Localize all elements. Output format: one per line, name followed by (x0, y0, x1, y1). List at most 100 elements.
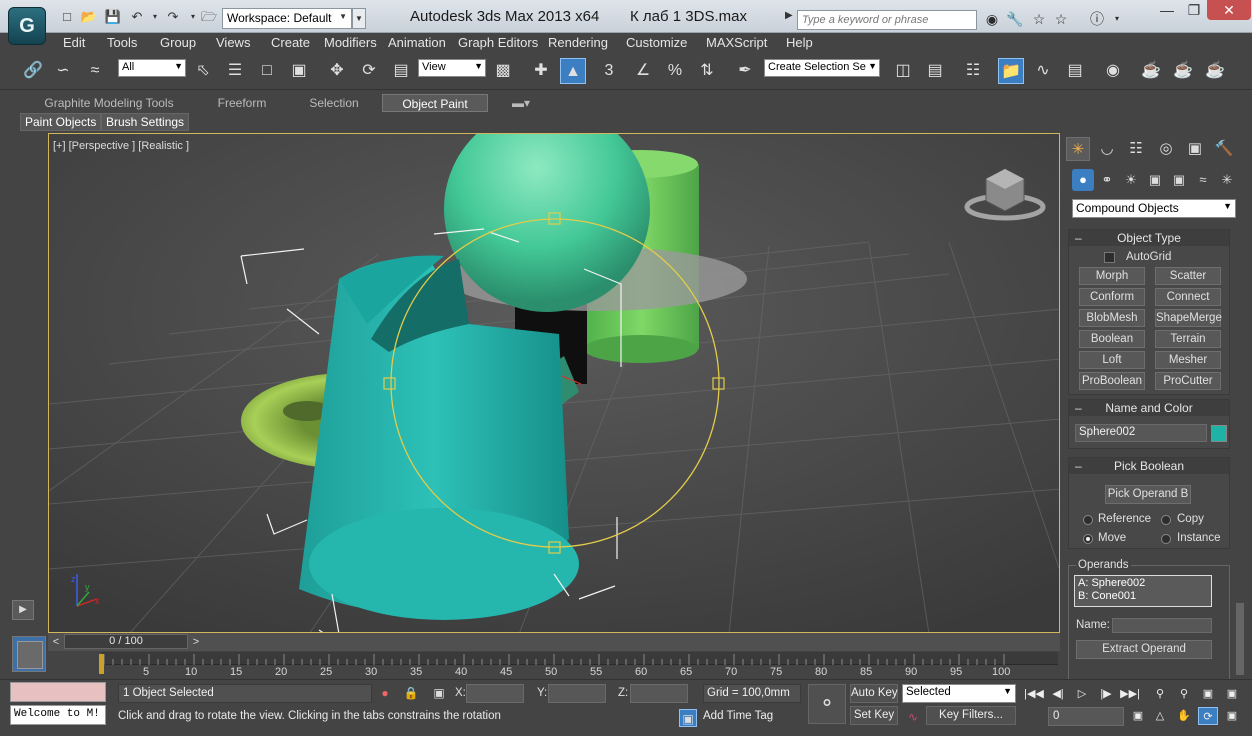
go-to-start-icon[interactable]: |◀◀ (1024, 685, 1044, 703)
key-mode-select[interactable]: Selected ▼ (902, 684, 1016, 703)
absolute-offset-mode-icon[interactable]: ▣ (430, 684, 448, 702)
zoom-all-icon[interactable]: ⚲ (1174, 685, 1194, 703)
helpers-icon[interactable]: ▣ (1168, 169, 1190, 191)
menu-modifiers[interactable]: Modifiers (324, 35, 377, 50)
key-tool-icon[interactable]: 🔧 (1006, 11, 1024, 27)
pivot-center-icon[interactable]: ▩ (490, 58, 516, 84)
menu-edit[interactable]: Edit (63, 35, 85, 50)
orbit-icon[interactable]: ⟳ (1198, 707, 1218, 725)
move-radio[interactable] (1083, 534, 1093, 544)
selection-lock-icon[interactable]: 🔒 (402, 684, 420, 702)
default-tangents-icon[interactable]: ∿ (904, 708, 922, 726)
next-frame-icon[interactable]: > (188, 634, 204, 650)
scatter-button[interactable]: Scatter (1155, 267, 1221, 285)
shapes-icon[interactable]: ⚭ (1096, 169, 1118, 191)
schematic-view-icon[interactable]: ▤ (1062, 58, 1088, 84)
terrain-button[interactable]: Terrain (1155, 330, 1221, 348)
render-setup-icon[interactable]: ☕ (1138, 58, 1164, 84)
auto-key-button[interactable]: Auto Key (850, 684, 898, 703)
command-panel-scrollbar[interactable] (1236, 603, 1244, 675)
display-tab-icon[interactable]: ▣ (1183, 137, 1207, 161)
create-tab-icon[interactable]: ✳ (1066, 137, 1090, 161)
x-coord-field[interactable] (466, 684, 524, 703)
current-frame-field[interactable]: 0 (1048, 707, 1124, 726)
next-key-icon[interactable]: |▶ (1096, 685, 1116, 703)
operand-item[interactable]: A: Sphere002 (1078, 577, 1208, 590)
tab-graphite-modeling-tools[interactable]: Graphite Modeling Tools (30, 94, 188, 112)
scene-explorer-icon[interactable]: 📁 (998, 58, 1024, 84)
previous-frame-icon[interactable]: < (48, 634, 64, 650)
loft-button[interactable]: Loft (1079, 351, 1145, 369)
align-icon[interactable]: ▤ (922, 58, 948, 84)
subtab-brush-settings[interactable]: Brush Settings (101, 113, 190, 131)
application-menu-icon[interactable]: G (8, 7, 46, 45)
time-slider[interactable]: < 0 / 100 > (48, 633, 1060, 651)
window-crossing-icon[interactable]: ▣ (286, 58, 312, 84)
zoom-extents-icon[interactable]: ▣ (1198, 685, 1218, 703)
perspective-viewport[interactable]: z x y [+] [Perspective ] [Realistic ] (48, 133, 1060, 633)
star-icon[interactable]: ☆ (1052, 11, 1070, 27)
curve-editor-icon[interactable]: ∿ (1030, 58, 1056, 84)
pan-view-icon[interactable]: ✋ (1174, 707, 1194, 725)
close-button[interactable]: ✕ (1207, 0, 1251, 20)
tab-selection[interactable]: Selection (296, 94, 372, 112)
layer-manager-icon[interactable]: ☷ (960, 58, 986, 84)
minimize-button[interactable]: — (1153, 0, 1181, 20)
rectangular-selection-icon[interactable]: □ (254, 58, 280, 84)
blobmesh-button[interactable]: BlobMesh (1079, 309, 1145, 327)
conform-button[interactable]: Conform (1079, 288, 1145, 306)
expand-viewport-icon[interactable]: ▶ (12, 600, 34, 620)
help-icon[interactable]: ⓘ (1088, 11, 1106, 27)
menu-customize[interactable]: Customize (626, 35, 687, 50)
instance-radio[interactable] (1161, 534, 1171, 544)
menu-animation[interactable]: Animation (388, 35, 446, 50)
redo-icon[interactable]: ↷ (164, 9, 182, 25)
set-keys-icon[interactable]: ⚬ (808, 684, 846, 724)
object-category-select[interactable]: Compound Objects ▼ (1072, 199, 1236, 218)
time-slider-thumb[interactable]: 0 / 100 (64, 634, 188, 649)
selection-filter-select[interactable]: All ▼ (118, 59, 186, 77)
geometry-icon[interactable]: ● (1072, 169, 1094, 191)
menu-graph-editors[interactable]: Graph Editors (458, 35, 538, 50)
time-configuration-icon[interactable]: ▣ (1128, 707, 1148, 725)
mini-curve-editor-toggle[interactable] (12, 636, 46, 672)
maxscript-listener[interactable]: Welcome to M! (10, 705, 106, 725)
edit-named-selection-icon[interactable]: ✒ (732, 58, 758, 84)
play-icon[interactable]: ▷ (1072, 685, 1092, 703)
snaps-toggle-icon[interactable]: 3 (596, 58, 622, 84)
maximize-button[interactable]: ❐ (1181, 0, 1207, 20)
hierarchy-tab-icon[interactable]: ☷ (1124, 137, 1148, 161)
workspace-select[interactable]: Workspace: Default ▼ (222, 8, 352, 29)
track-ticks[interactable] (102, 652, 1058, 665)
menu-maxscript[interactable]: MAXScript (706, 35, 767, 50)
pick-operand-b-button[interactable]: Pick Operand B (1105, 485, 1191, 504)
proboolean-button[interactable]: ProBoolean (1079, 372, 1145, 390)
boolean-button[interactable]: Boolean (1079, 330, 1145, 348)
object-type-header[interactable]: – Object Type (1069, 230, 1229, 246)
angle-snap-icon[interactable]: ∠ (630, 58, 656, 84)
motion-tab-icon[interactable]: ◎ (1154, 137, 1178, 161)
pick-boolean-header[interactable]: – Pick Boolean (1069, 458, 1229, 474)
time-tag-icon[interactable]: ▣ (679, 709, 697, 727)
rendered-frame-window-icon[interactable]: ☕ (1170, 58, 1196, 84)
cameras-icon[interactable]: ▣ (1144, 169, 1166, 191)
unlink-icon[interactable]: ∽ (50, 58, 76, 84)
keyboard-shortcut-override-icon[interactable]: ▲ (560, 58, 586, 84)
object-color-swatch[interactable] (1211, 425, 1227, 442)
track-bar[interactable]: 5 10 15 20 25 30 35 40 45 50 55 60 65 70… (48, 651, 1060, 681)
binoculars-icon[interactable]: ◉ (983, 11, 1001, 27)
lights-icon[interactable]: ☀ (1120, 169, 1142, 191)
name-color-header[interactable]: – Name and Color (1069, 400, 1229, 416)
ribbon-options-icon[interactable]: ▬▾ (506, 94, 536, 112)
field-of-view-icon[interactable]: △ (1150, 707, 1170, 725)
manipulate-icon[interactable]: ✚ (528, 58, 554, 84)
mesher-button[interactable]: Mesher (1155, 351, 1221, 369)
add-time-tag[interactable]: Add Time Tag (703, 710, 773, 722)
set-key-button[interactable]: Set Key (850, 706, 898, 725)
undo-dropdown-icon[interactable]: ▾ (146, 9, 164, 25)
open-file-icon[interactable]: 📂 (80, 9, 98, 25)
operand-name-field[interactable] (1112, 618, 1212, 633)
project-folder-icon[interactable]: 🗁 (200, 9, 218, 25)
modify-tab-icon[interactable]: ◡ (1095, 137, 1119, 161)
undo-icon[interactable]: ↶ (128, 9, 146, 25)
